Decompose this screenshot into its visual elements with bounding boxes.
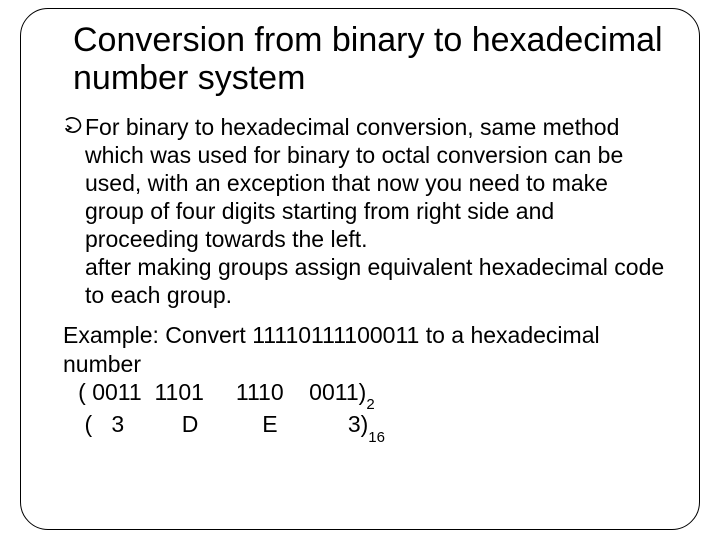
bullet-paragraph-2: after making groups assign equivalent he… xyxy=(85,254,664,308)
bullet-item: For binary to hexadecimal conversion, sa… xyxy=(63,113,669,309)
example-block: Example: Convert 11110111100011 to a hex… xyxy=(59,321,669,443)
bullet-paragraph-1: For binary to hexadecimal conversion, sa… xyxy=(85,114,623,252)
example-prompt: Example: Convert 11110111100011 to a hex… xyxy=(63,321,663,377)
example-binary-row: ( 0011 1101 1110 0011)2 xyxy=(59,378,669,411)
example-hex-row: ( 3 D E 3)16 xyxy=(59,410,669,443)
slide-title: Conversion from binary to hexadecimal nu… xyxy=(73,21,669,97)
subscript-base-2: 2 xyxy=(366,396,374,413)
bullet-text-block: For binary to hexadecimal conversion, sa… xyxy=(85,113,669,309)
curly-bullet-icon xyxy=(63,117,83,140)
example-hex-groups: ( 3 D E 3) xyxy=(59,411,368,437)
slide-frame: Conversion from binary to hexadecimal nu… xyxy=(20,8,700,530)
example-binary-groups: ( 0011 1101 1110 0011) xyxy=(59,379,366,405)
subscript-base-16: 16 xyxy=(368,429,385,446)
